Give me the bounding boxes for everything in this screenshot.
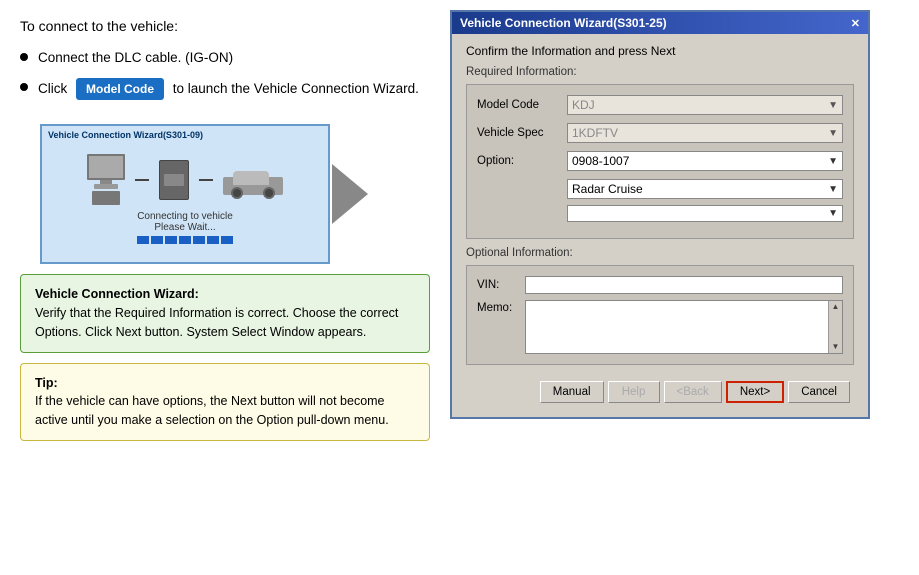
- next-button[interactable]: Next>: [726, 381, 784, 403]
- infobox-yellow-title: Tip:: [35, 376, 58, 390]
- monitor-icon: [87, 154, 125, 180]
- memo-label: Memo:: [477, 302, 525, 314]
- dialog-title: Vehicle Connection Wizard(S301-25): [460, 16, 667, 30]
- bullet-dot-2: [20, 83, 28, 91]
- empty-select[interactable]: ▼: [567, 205, 843, 222]
- pb-3: [165, 236, 177, 244]
- device-icon: [159, 160, 189, 200]
- vehicle-spec-row: Vehicle Spec 1KDFTV ▼: [477, 123, 843, 143]
- option-row: Option: 0908-1007 ▼: [477, 151, 843, 171]
- dialog-subtitle: Confirm the Information and press Next: [466, 44, 854, 58]
- radar-cruise-arrow-icon: ▼: [828, 184, 838, 195]
- cancel-button[interactable]: Cancel: [788, 381, 850, 403]
- thumbnail-wrapper: Vehicle Connection Wizard(S301-09): [20, 114, 330, 274]
- radar-cruise-select[interactable]: Radar Cruise ▼: [567, 179, 843, 199]
- bullet-dot-1: [20, 53, 28, 61]
- pb-2: [151, 236, 163, 244]
- bullet-item-2: Click Model Code to launch the Vehicle C…: [20, 78, 430, 100]
- option-label: Option:: [477, 155, 567, 167]
- model-code-value: KDJ: [572, 98, 824, 112]
- vehicle-spec-label: Vehicle Spec: [477, 127, 567, 139]
- vin-input[interactable]: [525, 276, 843, 294]
- optional-label: Optional Information:: [466, 247, 854, 259]
- model-code-arrow-icon: ▼: [828, 100, 838, 111]
- vehicle-spec-arrow-icon: ▼: [828, 128, 838, 139]
- info-box-yellow: Tip: If the vehicle can have options, th…: [20, 363, 430, 441]
- thumbnail-title: Vehicle Connection Wizard(S301-09): [48, 130, 203, 140]
- thumbnail-content: [87, 154, 283, 205]
- required-label: Required Information:: [466, 66, 854, 78]
- car-wheel-left: [231, 187, 243, 199]
- back-button[interactable]: <Back: [664, 381, 722, 403]
- memo-row: Memo: ▲ ▼: [477, 300, 843, 354]
- option-value: 0908-1007: [572, 154, 828, 168]
- left-panel: To connect to the vehicle: Connect the D…: [0, 0, 450, 575]
- pb-6: [207, 236, 219, 244]
- car-group: [223, 165, 283, 195]
- computer-group: [87, 154, 125, 205]
- thumbnail-status: Connecting to vehicle Please Wait...: [137, 211, 233, 233]
- wire-2: [199, 179, 213, 181]
- model-code-input[interactable]: KDJ ▼: [567, 95, 843, 115]
- intro-text: To connect to the vehicle:: [20, 18, 430, 34]
- manual-button[interactable]: Manual: [540, 381, 604, 403]
- radar-cruise-row: Radar Cruise ▼: [477, 179, 843, 199]
- bullet-list: Connect the DLC cable. (IG-ON) Click Mod…: [20, 48, 430, 100]
- help-button[interactable]: Help: [608, 381, 660, 403]
- wizard-thumbnail: Vehicle Connection Wizard(S301-09): [40, 124, 330, 264]
- dialog-body: Confirm the Information and press Next R…: [452, 34, 868, 417]
- infobox-green-body: Verify that the Required Information is …: [35, 306, 398, 339]
- dialog-panel: Vehicle Connection Wizard(S301-25) ✕ Con…: [450, 0, 919, 575]
- pb-7: [221, 236, 233, 244]
- vehicle-spec-value: 1KDFTV: [572, 126, 824, 140]
- vehicle-spec-input[interactable]: 1KDFTV ▼: [567, 123, 843, 143]
- bullet-text-2: Click Model Code to launch the Vehicle C…: [38, 78, 419, 100]
- option-arrow-icon: ▼: [828, 156, 838, 167]
- model-code-label: Model Code: [477, 99, 567, 111]
- infobox-green-title: Vehicle Connection Wizard:: [35, 287, 199, 301]
- bullet-text-1: Connect the DLC cable. (IG-ON): [38, 48, 233, 68]
- memo-scrollbar[interactable]: ▲ ▼: [828, 301, 842, 353]
- pb-5: [193, 236, 205, 244]
- radar-cruise-value: Radar Cruise: [572, 182, 828, 196]
- scroll-up-icon[interactable]: ▲: [832, 301, 840, 313]
- connect-to-vehicle-button[interactable]: Model Code: [76, 78, 164, 100]
- scroll-down-icon[interactable]: ▼: [832, 341, 840, 353]
- dialog-window: Vehicle Connection Wizard(S301-25) ✕ Con…: [450, 10, 870, 419]
- info-box-green: Vehicle Connection Wizard: Verify that t…: [20, 274, 430, 352]
- vin-label: VIN:: [477, 279, 525, 291]
- progress-bar-area: [137, 236, 233, 244]
- model-code-row: Model Code KDJ ▼: [477, 95, 843, 115]
- empty-select-row: ▼: [477, 205, 843, 222]
- option-select[interactable]: 0908-1007 ▼: [567, 151, 843, 171]
- monitor-base: [94, 184, 118, 189]
- infobox-yellow-body: If the vehicle can have options, the Nex…: [35, 394, 389, 427]
- dialog-titlebar: Vehicle Connection Wizard(S301-25) ✕: [452, 12, 868, 34]
- device-screen: [164, 174, 184, 186]
- cpu-icon: [92, 191, 120, 205]
- vin-row: VIN:: [477, 276, 843, 294]
- bullet-item-1: Connect the DLC cable. (IG-ON): [20, 48, 430, 68]
- arrow-right-icon: [332, 164, 368, 224]
- progress-blocks: [137, 236, 233, 244]
- close-icon[interactable]: ✕: [851, 17, 860, 30]
- car-wheel-right: [263, 187, 275, 199]
- button-row: Manual Help <Back Next> Cancel: [466, 375, 854, 407]
- empty-select-arrow-icon: ▼: [828, 208, 838, 219]
- car-roof: [233, 171, 269, 185]
- pb-1: [137, 236, 149, 244]
- wire-1: [135, 179, 149, 181]
- required-info-area: Model Code KDJ ▼ Vehicle Spec 1KDFTV ▼: [466, 84, 854, 239]
- optional-info-area: VIN: Memo: ▲ ▼: [466, 265, 854, 365]
- memo-input[interactable]: ▲ ▼: [525, 300, 843, 354]
- pb-4: [179, 236, 191, 244]
